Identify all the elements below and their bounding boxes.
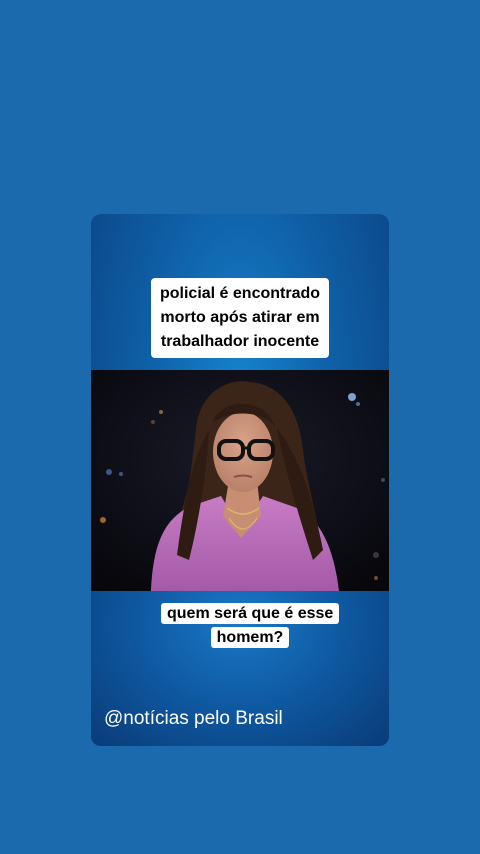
post-card[interactable]: policial é encontrado morto após atirar … xyxy=(91,214,389,746)
question-text: quem será que é esse homem? xyxy=(161,603,340,648)
channel-watermark: @notícias pelo Brasil xyxy=(104,708,283,729)
page: policial é encontrado morto após atirar … xyxy=(0,0,480,854)
question-caption: quem será que é esse homem? xyxy=(155,600,345,652)
headline-caption: policial é encontrado morto após atirar … xyxy=(151,278,329,358)
photo-illustration xyxy=(91,370,389,591)
news-photo[interactable] xyxy=(91,370,389,591)
